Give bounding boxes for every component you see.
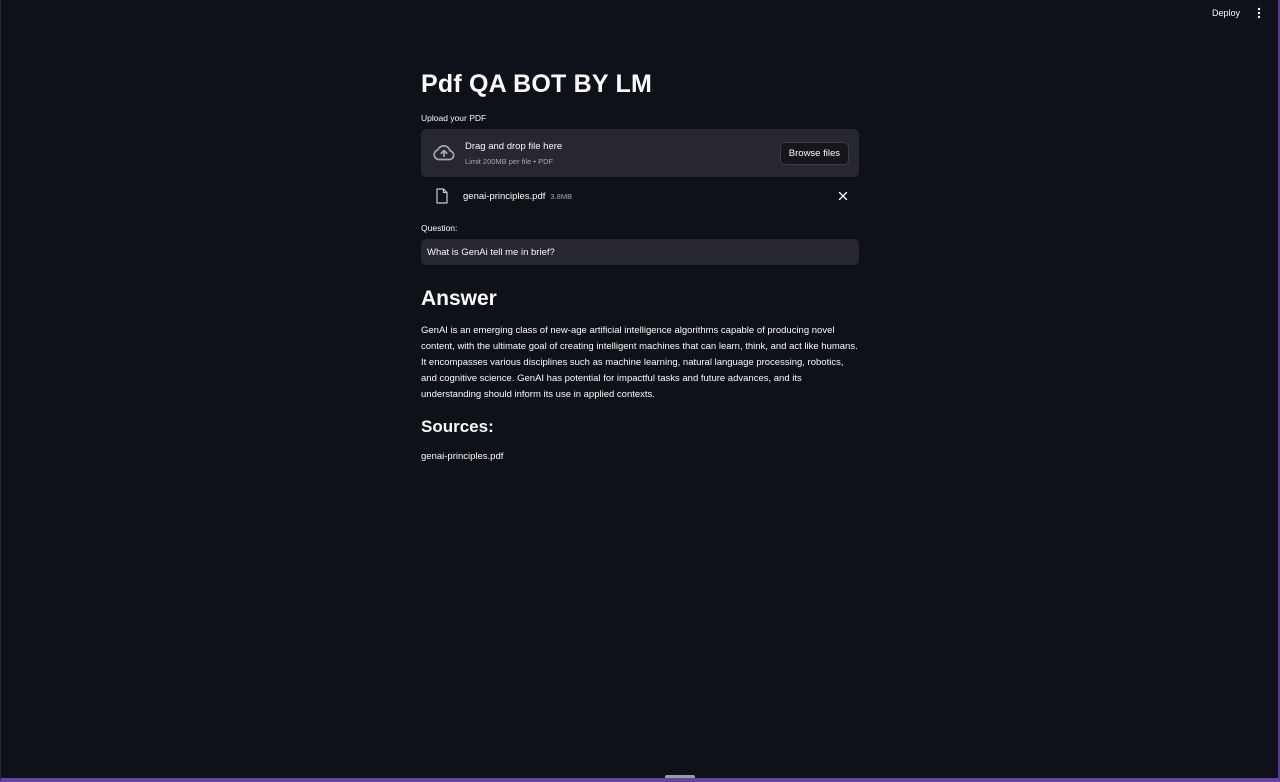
bottom-handle [665, 775, 695, 778]
close-icon[interactable] [837, 190, 849, 202]
file-dropzone[interactable]: Drag and drop file here Limit 200MB per … [421, 129, 859, 177]
deploy-button[interactable]: Deploy [1206, 5, 1246, 21]
uploaded-file-name: genai-principles.pdf [463, 190, 546, 202]
cloud-upload-icon [431, 140, 457, 166]
kebab-menu-icon[interactable] [1252, 6, 1266, 20]
app-window: Deploy Pdf QA BOT BY LM Upload your PDF … [0, 0, 1280, 782]
source-item: genai-principles.pdf [421, 451, 504, 462]
dropzone-text: Drag and drop file here Limit 200MB per … [465, 141, 780, 166]
question-label: Question: [421, 223, 458, 233]
main-content: Pdf QA BOT BY LM Upload your PDF Drag an… [421, 70, 859, 462]
upload-label: Upload your PDF [421, 113, 487, 123]
dropzone-subtitle: Limit 200MB per file • PDF [465, 156, 554, 166]
dropzone-title: Drag and drop file here [465, 140, 563, 152]
uploaded-file-size: 3.8MB [550, 191, 573, 201]
page-title: Pdf QA BOT BY LM [421, 70, 652, 98]
file-icon [435, 188, 449, 204]
question-input[interactable] [421, 239, 859, 265]
answer-heading: Answer [421, 287, 497, 310]
top-toolbar: Deploy [1206, 0, 1278, 26]
answer-text: GenAI is an emerging class of new-age ar… [421, 325, 858, 400]
browse-files-button[interactable]: Browse files [779, 141, 849, 165]
sources-heading: Sources: [421, 417, 494, 436]
uploaded-file-row: genai-principles.pdf 3.8MB [421, 177, 859, 215]
